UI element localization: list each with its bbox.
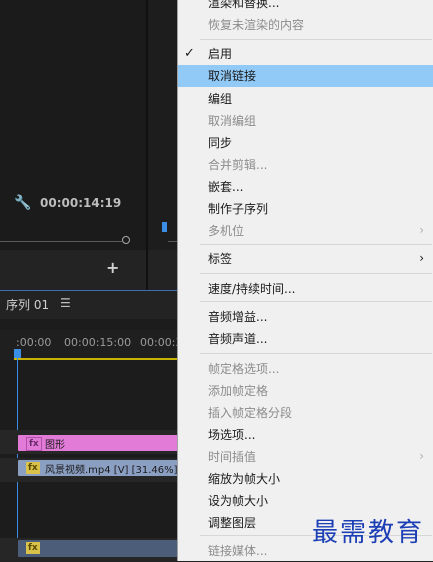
menu-separator <box>200 39 432 40</box>
menu-item[interactable]: 恢复未渲染的内容 <box>178 14 433 36</box>
menu-item[interactable]: 嵌套... <box>178 176 433 198</box>
program-playhead-marker[interactable] <box>162 222 167 232</box>
menu-item[interactable]: 标签 › <box>178 248 433 270</box>
menu-item-label: 设为帧大小 <box>208 494 269 508</box>
menu-item-label: 时间插值 <box>208 450 257 464</box>
menu-item[interactable]: 合并剪辑... <box>178 154 433 176</box>
clip-label: 风景视频.mp4 [V] [31.46%] <box>45 465 178 476</box>
clip-video-lower[interactable]: fx <box>18 540 178 557</box>
menu-item-label: 速度/持续时间... <box>208 282 296 296</box>
menu-item[interactable]: 多机位 › <box>178 220 433 242</box>
menu-item-label: 渲染和替换... <box>208 0 280 10</box>
menu-item-label: 启用 <box>208 47 233 61</box>
menu-item[interactable]: 制作子序列 <box>178 198 433 220</box>
menu-item-label: 恢复未渲染的内容 <box>208 18 305 32</box>
menu-item[interactable]: ✓ 启用 <box>178 43 433 65</box>
fx-badge: fx <box>26 462 40 474</box>
menu-item[interactable]: 音频增益... <box>178 306 433 328</box>
menu-item-label: 缩放为帧大小 <box>208 472 281 486</box>
menu-item-label: 同步 <box>208 136 233 150</box>
wrench-icon[interactable]: 🔧 <box>14 195 32 211</box>
menu-item[interactable]: 音频声道... <box>178 328 433 350</box>
menu-item-label: 取消链接 <box>208 69 257 83</box>
menu-item[interactable]: 场选项... <box>178 424 433 446</box>
context-menu: 渲染和替换... 恢复未渲染的内容 ✓ 启用取消链接编组取消编组同步合并剪辑... 嵌套… <box>177 0 433 561</box>
menu-item-label: 插入帧定格分段 <box>208 406 293 420</box>
menu-item[interactable]: 取消编组 <box>178 110 433 132</box>
menu-item-label: 链接媒体... <box>208 544 268 558</box>
fx-badge: fx <box>26 437 42 451</box>
menu-item[interactable]: 取消链接 <box>178 65 433 87</box>
menu-item[interactable]: 设为帧大小 <box>178 490 433 512</box>
menu-item[interactable]: 插入帧定格分段 <box>178 402 433 424</box>
clip-graphic[interactable]: fx 图形 <box>18 435 178 451</box>
menu-item-label: 嵌套... <box>208 180 244 194</box>
checkmark-icon: ✓ <box>184 46 195 61</box>
menu-item[interactable]: 渲染和替换... <box>178 0 433 14</box>
panel-divider[interactable] <box>146 0 148 290</box>
chevron-right-icon: › <box>419 251 424 265</box>
menu-item-label: 场选项... <box>208 428 256 442</box>
menu-item[interactable]: 速度/持续时间... <box>178 278 433 300</box>
source-monitor-panel <box>0 0 146 250</box>
clip-label: 图形 <box>45 440 65 451</box>
menu-separator <box>200 301 432 302</box>
menu-item-label: 编组 <box>208 92 233 106</box>
menu-item-label: 取消编组 <box>208 114 257 128</box>
chevron-right-icon: › <box>419 223 424 237</box>
menu-item[interactable]: 同步 <box>178 132 433 154</box>
source-timecode[interactable]: 00:00:14:19 <box>40 195 121 211</box>
hamburger-icon[interactable]: ☰ <box>60 296 71 310</box>
menu-item[interactable]: 编组 <box>178 88 433 110</box>
menu-item-label: 音频声道... <box>208 332 268 346</box>
menu-separator <box>200 273 432 274</box>
menu-separator <box>200 353 432 354</box>
menu-separator <box>200 244 432 245</box>
menu-item-label: 音频增益... <box>208 310 268 324</box>
work-area-bar[interactable] <box>14 358 178 360</box>
menu-item-label: 多机位 <box>208 224 245 238</box>
source-scrub-bar[interactable] <box>0 241 122 242</box>
zoom-handle[interactable] <box>122 236 130 244</box>
menu-item[interactable]: 时间插值 › <box>178 446 433 468</box>
menu-item[interactable]: 缩放为帧大小 <box>178 468 433 490</box>
menu-item-label: 合并剪辑... <box>208 158 268 172</box>
menu-item-label: 添加帧定格 <box>208 384 269 398</box>
playhead-handle[interactable] <box>14 349 21 358</box>
fx-badge: fx <box>26 542 40 554</box>
ruler-tick-label: 00:00:15:00 <box>64 336 132 349</box>
menu-item-label: 标签 <box>208 252 233 266</box>
menu-item[interactable]: 添加帧定格 <box>178 380 433 402</box>
menu-item-label: 调整图层 <box>208 516 257 530</box>
menu-item-label: 制作子序列 <box>208 202 269 216</box>
menu-item-label: 帧定格选项... <box>208 362 280 376</box>
program-monitor-panel <box>148 0 178 250</box>
watermark-logo: 最需教育 <box>312 518 425 548</box>
clip-video[interactable]: fx 风景视频.mp4 [V] [31.46%] <box>18 460 178 476</box>
tab-sequence-01[interactable]: 序列 01 <box>6 296 49 313</box>
ruler-tick-label: :00:00 <box>16 336 52 349</box>
plus-icon[interactable]: + <box>106 260 122 276</box>
menu-item[interactable]: 帧定格选项... <box>178 358 433 380</box>
chevron-right-icon: › <box>419 449 424 463</box>
